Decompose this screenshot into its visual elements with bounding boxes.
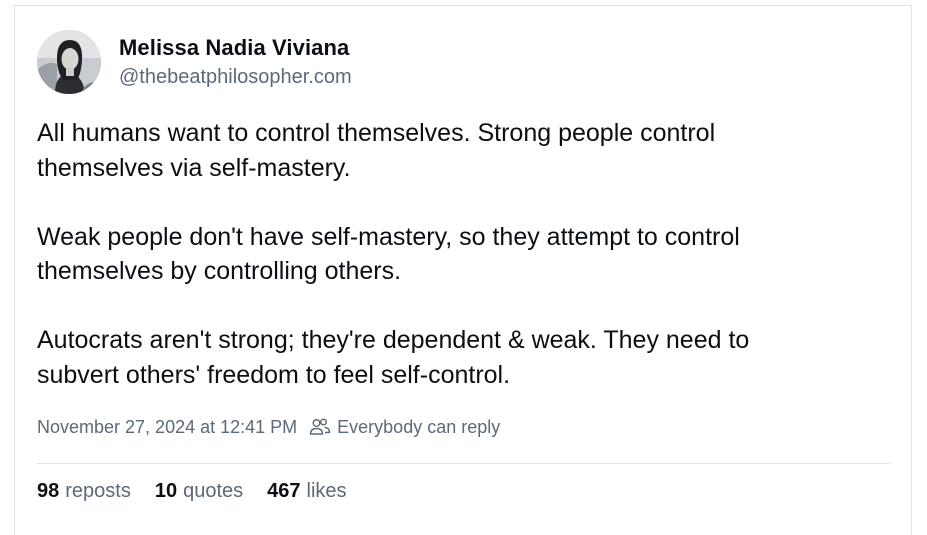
avatar[interactable] [37,30,101,94]
author-names: Melissa Nadia Viviana @thebeatphilosophe… [119,34,352,91]
people-icon [309,418,331,435]
author-display-name[interactable]: Melissa Nadia Viviana [119,34,352,62]
post-body: All humans want to control themselves. S… [37,116,897,392]
reply-setting-label: Everybody can reply [337,417,501,437]
post-header: Melissa Nadia Viviana @thebeatphilosophe… [37,30,352,94]
post-timestamp[interactable]: November 27, 2024 at 12:41 PM [37,415,297,439]
reposts-stat[interactable]: 98 reposts [37,477,131,505]
author-handle[interactable]: @thebeatphilosopher.com [119,63,352,91]
quotes-label: quotes [183,480,244,502]
divider [37,463,890,464]
quotes-stat[interactable]: 10 quotes [155,477,243,505]
post-meta: November 27, 2024 at 12:41 PM Everybody … [37,415,500,439]
reposts-label: reposts [65,480,131,502]
likes-label: likes [306,480,347,502]
reposts-count: 98 [37,480,60,502]
avatar-photo [37,30,101,94]
reply-setting: Everybody can reply [309,415,500,439]
post-card: Melissa Nadia Viviana @thebeatphilosophe… [14,5,912,535]
post-paragraph: All humans want to control themselves. S… [37,119,716,182]
post-paragraph: Autocrats aren't strong; they're depende… [37,326,750,389]
quotes-count: 10 [154,480,178,502]
likes-stat[interactable]: 467 likes [267,477,346,505]
post-paragraph: Weak people don't have self-mastery, so … [37,222,740,286]
likes-count: 467 [267,480,301,502]
post-stats: 98 reposts 10 quotes 467 likes [37,477,371,505]
